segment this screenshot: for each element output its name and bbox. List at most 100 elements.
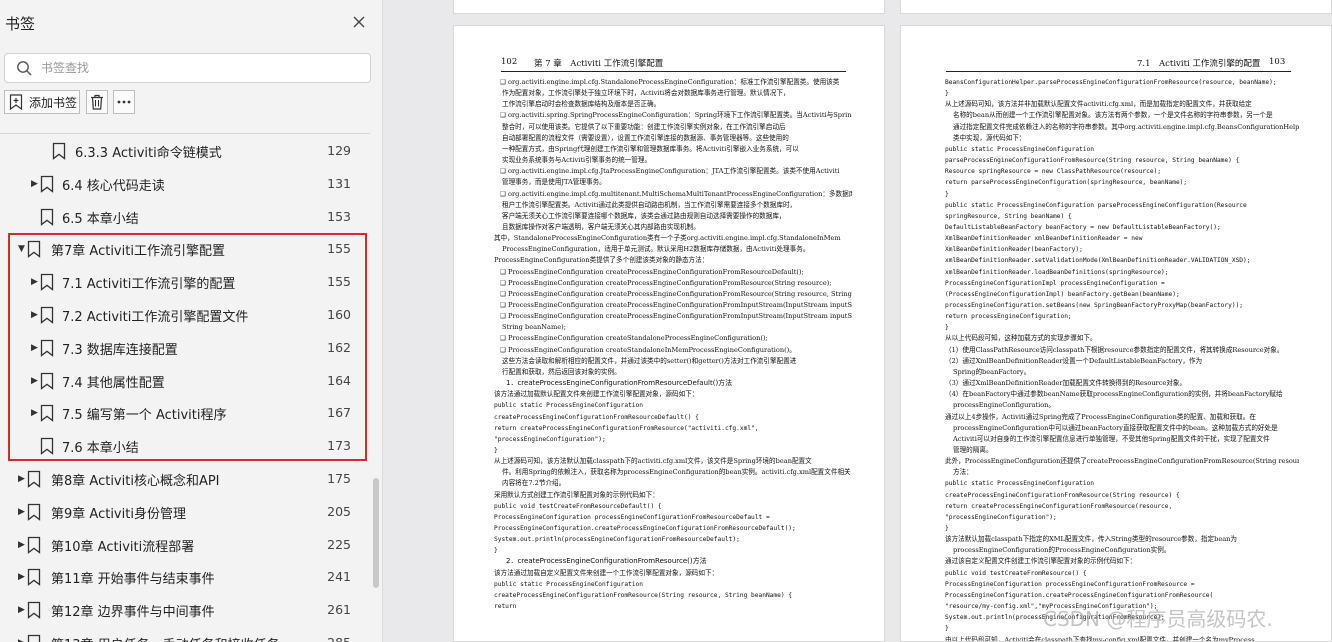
text-line: ❑ org.activiti.engine.impl.cfg.multitena… [500,189,852,198]
text-line: processEngineConfiguration中可以通过beanFacto… [953,423,1278,432]
code-line: return parseProcessEngineConfiguration(s… [945,179,1188,187]
bookmark-page-number: 175 [327,471,351,486]
code-line: return [494,603,517,611]
text-line: 自动部署配置的流程文件（需要设置），设置工作流引擎连接的数据源、事务管理器等。这… [502,133,789,142]
text-line: ❑ ProcessEngineConfiguration createProce… [500,301,852,309]
code-line: xmlBeanDefinitionReader.loadBeanDefiniti… [945,268,1169,276]
code-line: xmlBeanDefinitionReader.setValidationMod… [945,257,1251,265]
code-line: } [945,525,949,532]
csdn-watermark: CSDN @程序员高级码农. [1043,607,1273,631]
bookmark-label: 第12章 边界事件与中间事件 [51,605,215,621]
text-line: 整合时，可以使用该类。它提供了以下重要功能：创建工作流引擎实例对象，在工作流引擎… [502,122,786,131]
close-icon[interactable] [351,14,367,30]
add-bookmark-label: 添加书签 [29,95,78,110]
code-line: ProcessEngineConfiguration processEngine… [945,580,1195,588]
section-heading: 2．createProcessEngineConfigurationFromRe… [506,557,707,566]
code-line: "processEngineConfiguration"); [494,435,606,443]
bookmark-item[interactable]: 6.5 本章小结 153 [0,201,370,233]
running-header-right: 7.1 Activiti 工作流引擎的配置 [1137,59,1261,69]
toolbar-divider [0,133,370,134]
text-line: 该方法通过加载自定义配置文件来创建一个工作流引擎配置对象，源码如下： [494,568,719,577]
text-line: （1）使用ClassPathResource访问classpath下根据reso… [945,345,1284,354]
text-line: 其中，StandaloneProcessEngineConfiguration类… [494,234,841,243]
page-number-left: 102 [501,57,518,67]
text-line: 作为配置对象，工作流引擎处于独立环境下时，Activiti将会对数据库事务进行管… [502,89,790,98]
code-line: return processEngineConfiguration; [945,313,1072,321]
text-line: ❑ org.activiti.engine.impl.cfg.JtaProces… [500,167,840,176]
code-line: XmlBeanDefinitionReader(beanFactory); [945,246,1083,254]
text-line: 通过以上4步操作，Activiti通过Spring完成了ProcessEngin… [945,412,1256,421]
code-line: BeansConfigurationHelper.parseProcessEng… [945,79,1277,86]
code-line: } [945,324,949,332]
bookmark-label: 第8章 Activiti核心概念和API [51,474,220,489]
add-bookmark-button[interactable]: 添加书签 [4,90,80,114]
bookmark-search-box[interactable] [4,53,371,83]
header-rule-right [946,71,1291,72]
bookmark-panel: 书签 添加书签 6.3.3 Activiti命令链模式129▶6.4 核心代码走… [0,0,383,642]
code-line: springResource, String beanName) { [945,212,1072,220]
bookmark-search-input[interactable] [41,58,361,78]
bookmark-icon [27,569,41,587]
bookmark-item[interactable]: ▶ 第9章 Activiti身份管理 205 [0,496,370,528]
text-line: 租户工作流引擎配置类。Activiti通过此类提供自动路由机制，当工作流引擎需要… [502,200,797,209]
search-icon [17,61,32,76]
bookmark-item[interactable]: ▶ 第10章 Activiti流程部署 225 [0,529,370,561]
trash-icon [91,94,103,110]
bookmark-page-number: 131 [327,175,351,191]
bookmark-item[interactable]: 6.3.3 Activiti命令链模式 129 [0,135,370,167]
bookmark-page-number: 225 [327,536,351,552]
bookmark-page-number: 285 [327,635,351,642]
code-line: ProcessEngineConfiguration.createProcess… [945,591,1214,599]
code-line: public static ProcessEngineConfiguration [494,580,644,588]
bookmark-icon [27,634,41,642]
bookmark-panel-title: 书签 [5,15,36,33]
text-line: （3）通过XmlBeanDefinitionReader加载配置文件转换得到的R… [945,379,1187,388]
code-line: public static ProcessEngineConfiguration [945,145,1095,153]
bookmark-label: 第9章 Activiti身份管理 [51,506,186,522]
bookmark-page-number: 241 [327,569,351,585]
text-line: processEngineConfiguration的ProcessEngine… [953,546,1171,555]
text-line: 名称的bean从而创建一个工作流引擎配置对象。该方法有两个参数，一个是文件名称的… [953,111,1273,120]
text-line: （2）通过XmlBeanDefinitionReader设置一个DefaultL… [945,356,1203,365]
more-icon [117,100,131,104]
bookmark-item[interactable]: ▶第13章 用户任务、手动任务和接收任务285 [0,627,370,642]
bookmark-item[interactable]: ▶ 第8章 Activiti核心概念和API 175 [0,463,370,495]
text-line: ProcessEngineConfiguration类提供了多个创建该类对象的静… [494,256,709,265]
scrollbar-thumb[interactable] [373,478,379,588]
text-line: 管理事务，而是使用JTA管理事务。 [502,178,606,187]
text-line: Activiti可以对自身的工作流引擎配置信息进行单独管理，不受其他Spring… [953,434,1270,443]
bookmark-icon [52,142,66,160]
bookmark-label: 6.5 本章小结 [62,211,139,227]
text-line: 此外，ProcessEngineConfiguration还提供了createP… [945,457,1299,466]
section-heading: 1．createProcessEngineConfigurationFromRe… [506,379,733,388]
text-line: 通过指定配置文件完成依赖注入的名称的字符串参数。其中org.activiti.e… [953,122,1299,131]
text-line: 采用默认方式创建工作流引擎配置对象的示例代码如下： [494,490,659,499]
bookmark-item[interactable]: ▶ 6.4 核心代码走读 131 [0,168,370,200]
bookmark-item[interactable]: ▶ 第12章 边界事件与中间事件 261 [0,594,370,626]
bookmark-label: 6.3.3 Activiti命令链模式 [75,146,222,161]
code-line: ProcessEngineConfiguration.createProcess… [494,525,796,532]
text-line: 由以上代码段可知，Activiti会在classpath下查找my-config… [945,635,1255,642]
bookmark-icon [27,602,41,620]
code-line: Resource springResource = new ClassPathR… [945,168,1162,176]
bookmark-item[interactable]: ▶ 第11章 开始事件与结束事件 241 [0,561,370,593]
code-line: public static ProcessEngineConfiguration… [945,201,1247,209]
code-line: createProcessEngineConfigurationFromReso… [494,591,793,599]
text-line: 类中实现，源代码如下： [953,133,1026,142]
text-line: processEngineConfiguration。 [953,401,1056,410]
more-options-button[interactable] [113,90,135,114]
text-line: 工作流引擎启动时会检查数据库结构及版本是否正确。 [502,100,661,109]
code-line: } [494,547,498,555]
header-rule-left [501,71,846,72]
bookmark-toolbar: 添加书签 [0,90,382,116]
text-line: ❑ ProcessEngineConfiguration createProce… [500,267,804,276]
text-line: ProcessEngineConfiguration，适用于单元测试。默认采用H… [502,245,810,254]
code-line: createProcessEngineConfigurationFromReso… [945,491,1180,499]
text-line: 内容将在7.2节介绍。 [502,479,566,488]
expand-caret-icon [31,145,41,157]
page-number-right: 103 [1269,57,1286,67]
delete-bookmark-button[interactable] [86,90,108,114]
text-line: ❑ org.activiti.spring.SpringProcessEngin… [500,111,852,120]
text-line: ❑ ProcessEngineConfiguration createStand… [500,345,796,354]
code-line: processEngineConfiguration.setBeans(new … [945,302,1244,309]
